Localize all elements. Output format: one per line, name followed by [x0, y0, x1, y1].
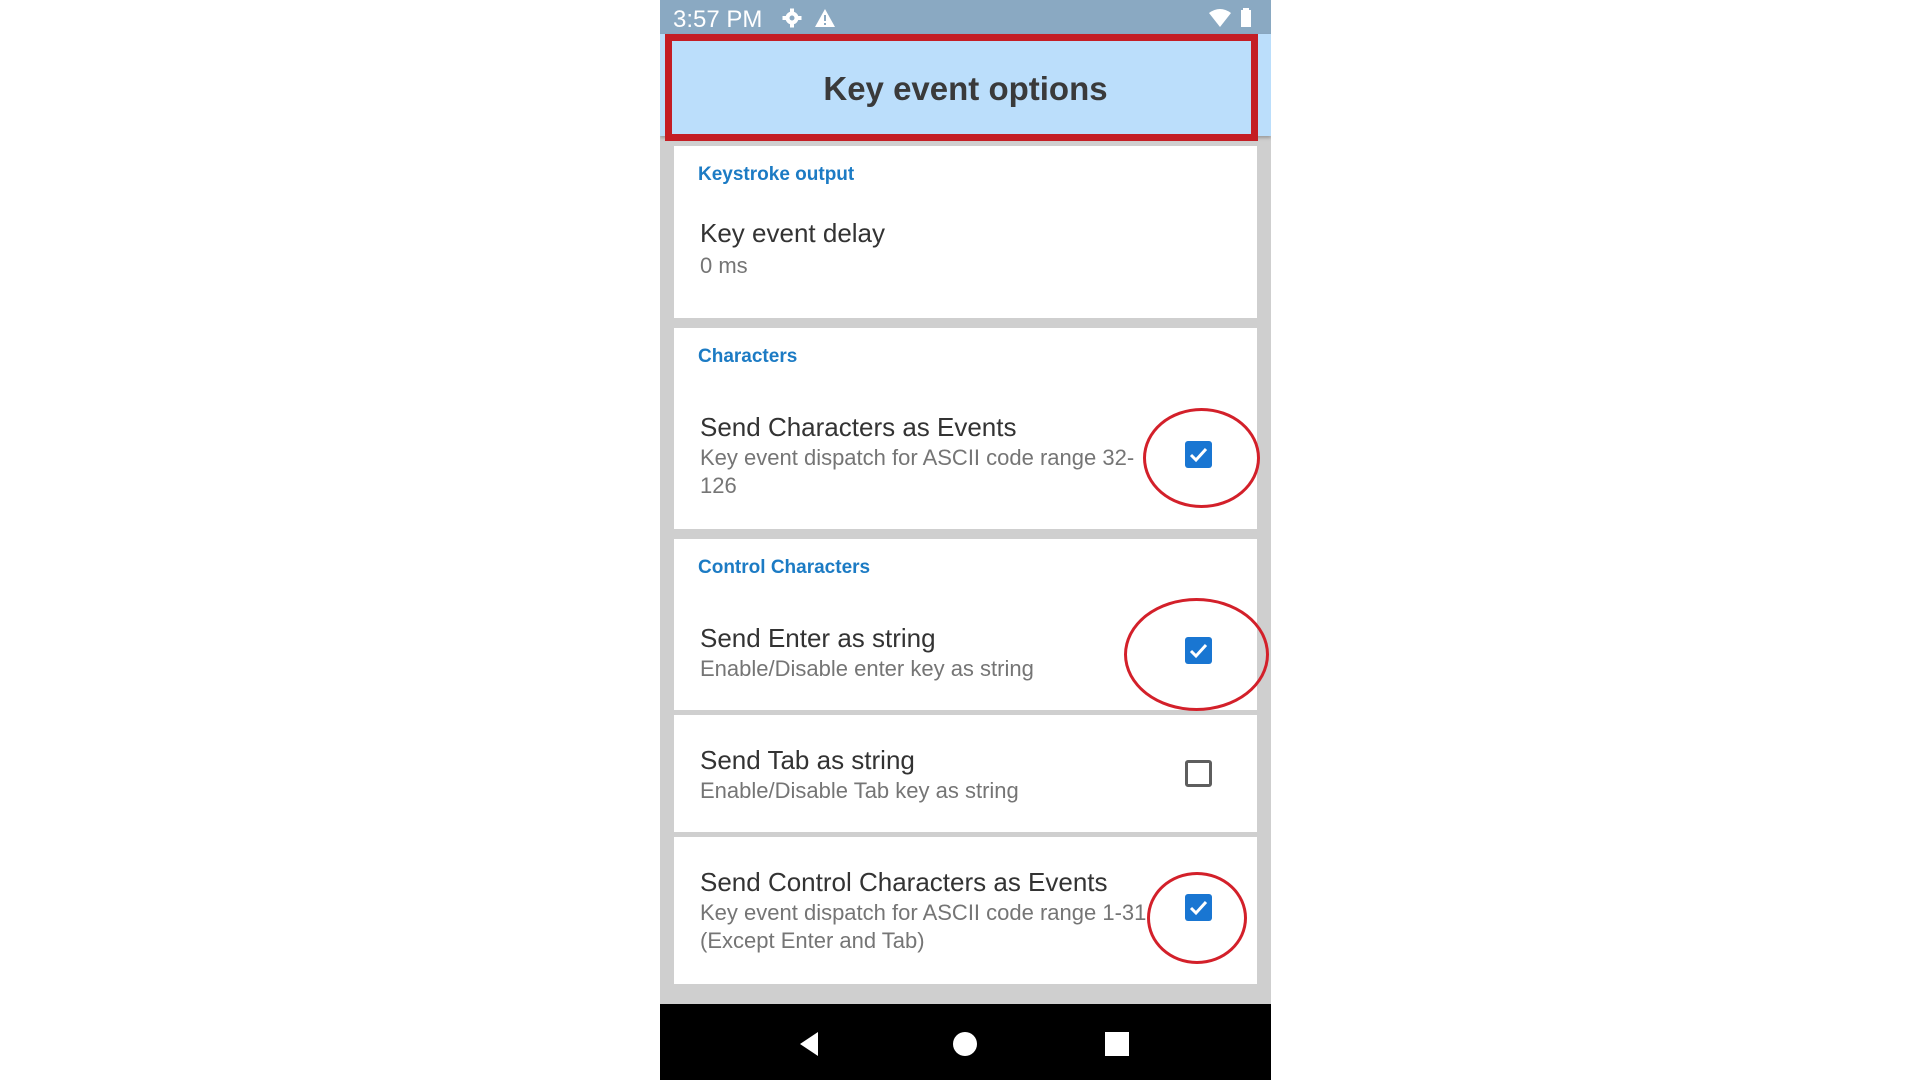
pref-title: Send Control Characters as Events: [700, 867, 1108, 897]
recents-icon[interactable]: [1097, 1024, 1137, 1064]
header-highlight-box: [665, 34, 1258, 141]
pref-key-event-delay[interactable]: Key event delay 0 ms: [674, 206, 1257, 306]
send-tab-checkbox[interactable]: [1185, 760, 1212, 787]
section-header-characters: Characters: [698, 346, 798, 367]
pref-send-tab-as-string[interactable]: Send Tab as string Enable/Disable Tab ke…: [674, 715, 1257, 832]
pref-title: Send Characters as Events: [700, 412, 1017, 442]
status-time: 3:57 PM: [673, 6, 763, 33]
section-keystroke-output: Keystroke output Key event delay 0 ms: [674, 146, 1257, 318]
warning-icon: [815, 9, 835, 27]
section-header-keystroke-output: Keystroke output: [698, 164, 855, 185]
pref-summary: Enable/Disable Tab key as string: [700, 778, 1019, 803]
navigation-bar: [660, 1004, 1271, 1080]
section-control-characters-cont: Send Tab as string Enable/Disable Tab ke…: [674, 715, 1257, 832]
annotation-ellipse: [1147, 872, 1247, 964]
pref-title: Key event delay: [700, 218, 886, 248]
pref-title: Send Enter as string: [700, 623, 936, 653]
home-icon[interactable]: [945, 1024, 985, 1064]
phone-screen: 3:57 PM Key event options Keystroke outp…: [660, 0, 1271, 1080]
annotation-ellipse: [1143, 408, 1260, 508]
annotation-ellipse: [1124, 598, 1269, 711]
pref-summary: 0 ms: [700, 253, 748, 278]
pref-summary: Enable/Disable enter key as string: [700, 656, 1034, 681]
section-header-control-characters: Control Characters: [698, 557, 871, 578]
pref-summary: Key event dispatch for ASCII code range …: [700, 445, 1135, 498]
battery-icon: [1241, 8, 1251, 27]
wifi-icon: [1209, 9, 1231, 27]
screenshot-canvas: 3:57 PM Key event options Keystroke outp…: [0, 0, 1920, 1080]
back-icon[interactable]: [790, 1024, 830, 1064]
status-bar: 3:57 PM: [660, 0, 1271, 34]
settings-icon: [782, 8, 802, 28]
pref-summary: Key event dispatch for ASCII code range …: [700, 900, 1147, 953]
pref-title: Send Tab as string: [700, 745, 915, 775]
